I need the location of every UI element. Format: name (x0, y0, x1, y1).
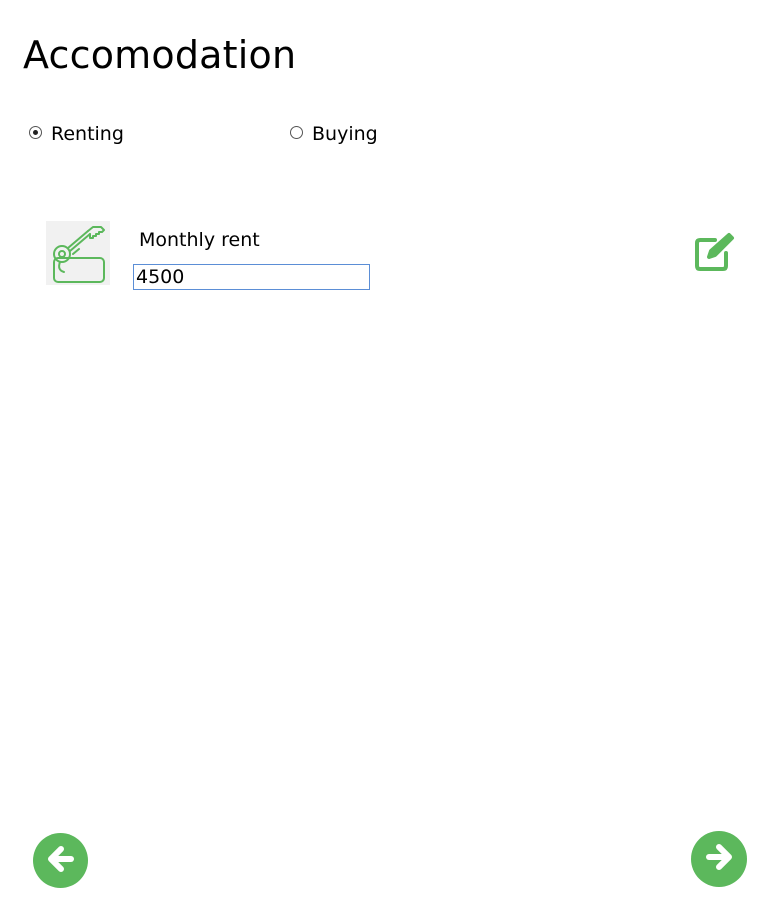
radio-renting[interactable]: Renting (29, 120, 124, 148)
monthly-rent-input[interactable] (133, 264, 370, 290)
radio-renting-circle[interactable] (29, 126, 42, 139)
arrow-right-icon (702, 840, 736, 878)
page-title: Accomodation (23, 33, 297, 77)
next-button[interactable] (691, 831, 747, 887)
radio-buying-circle[interactable] (290, 126, 303, 139)
edit-icon[interactable] (693, 231, 735, 273)
radio-buying-label: Buying (312, 123, 378, 145)
monthly-rent-label: Monthly rent (139, 229, 260, 251)
radio-buying[interactable]: Buying (290, 120, 378, 148)
arrow-left-icon (44, 842, 78, 880)
key-tag-icon (46, 221, 110, 285)
radio-renting-label: Renting (51, 123, 124, 145)
back-button[interactable] (33, 833, 88, 888)
